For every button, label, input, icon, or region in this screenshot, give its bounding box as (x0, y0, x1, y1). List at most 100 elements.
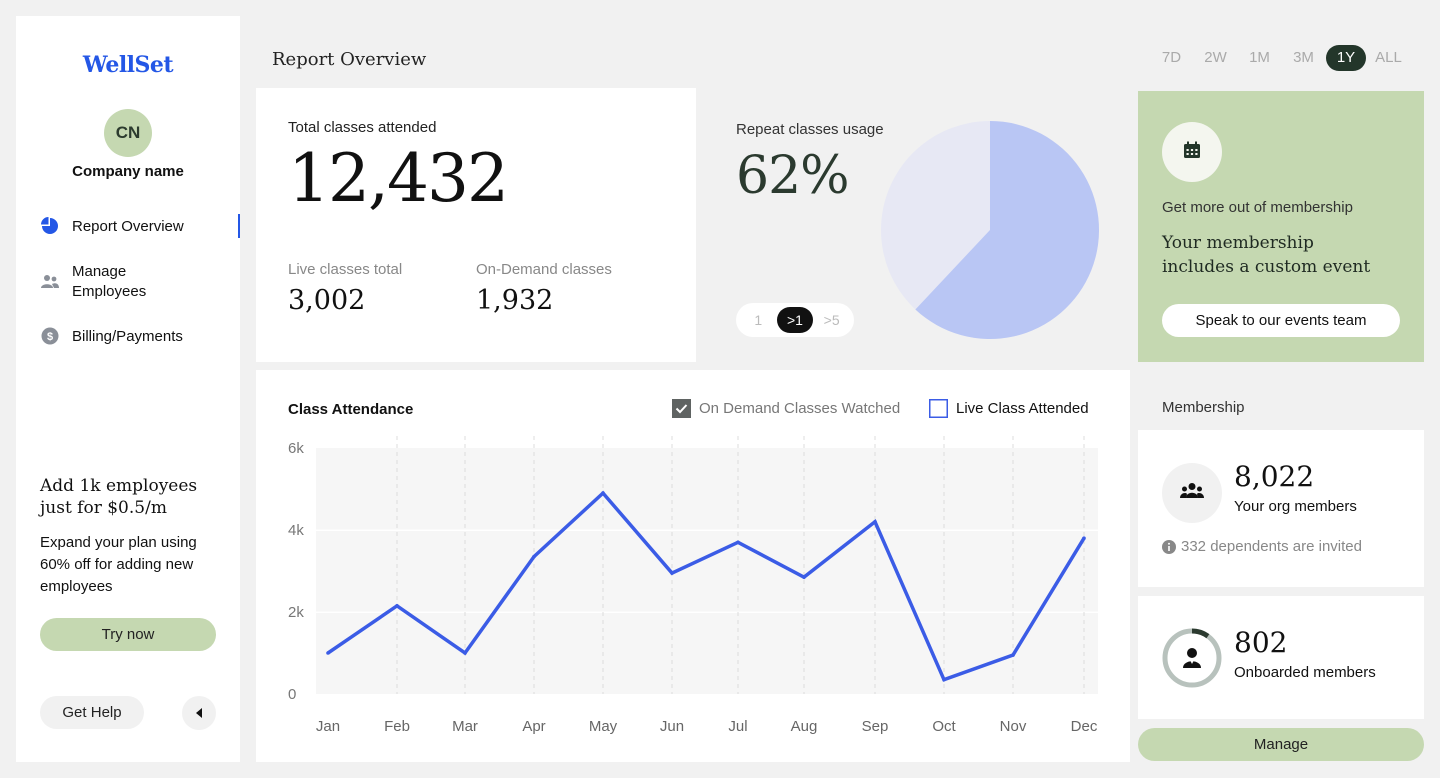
sidebar-item-label: Manage Employees (72, 262, 146, 302)
svg-text:$: $ (47, 331, 53, 343)
repeat-usage-label: Repeat classes usage (736, 121, 884, 138)
x-tick-label: Feb (384, 718, 410, 735)
range-all[interactable]: ALL (1367, 45, 1410, 71)
filter-1[interactable]: 1 (740, 307, 776, 333)
group-badge (1162, 463, 1222, 523)
get-help-button[interactable]: Get Help (40, 696, 144, 729)
data-point (601, 491, 605, 495)
grid-separator (316, 529, 1098, 531)
org-members-card: 8,022 Your org members 332 dependents ar… (1138, 430, 1424, 587)
promo-headline: Your membership includes a custom event (1162, 231, 1370, 279)
total-classes-card: Total classes attended 12,432 Live class… (256, 88, 696, 362)
data-point (942, 677, 946, 682)
range-1m[interactable]: 1M (1238, 45, 1281, 71)
range-3m[interactable]: 3M (1282, 45, 1325, 71)
data-point (326, 651, 330, 655)
live-classes-value: 3,002 (288, 285, 366, 316)
sidebar-item-billing[interactable]: $ Billing/Payments (40, 326, 183, 346)
y-tick-label: 0 (288, 686, 296, 703)
filter-gt5[interactable]: >5 (814, 307, 850, 333)
brand-logo[interactable]: WellSet (16, 52, 240, 78)
range-7d[interactable]: 7D (1150, 45, 1193, 71)
total-classes-value: 12,432 (288, 140, 509, 217)
dollar-coin-icon: $ (40, 326, 60, 346)
grid-band (316, 612, 1098, 694)
data-point (873, 520, 877, 524)
attendance-line-chart: 0 2k 4k 6k Jan Feb Mar Apr May Jun Jul Aug Sep Oct Nov… (288, 436, 1098, 735)
group-icon (1180, 482, 1204, 505)
sidebar-item-manage-employees[interactable]: Manage Employees (40, 262, 146, 302)
membership-label: Membership (1162, 399, 1245, 416)
onboarded-value: 802 (1234, 626, 1288, 659)
x-tick-label: May (589, 718, 618, 735)
y-tick-label: 6k (288, 440, 304, 457)
range-1y[interactable]: 1Y (1326, 45, 1366, 71)
active-indicator (238, 214, 240, 238)
sidebar: WellSet CN Company name Report Overview … (16, 16, 240, 762)
x-tick-label: Jun (660, 718, 684, 735)
sidebar-item-label: Billing/Payments (72, 327, 183, 345)
ondemand-classes-value: 1,932 (476, 285, 554, 316)
onboarded-label: Onboarded members (1234, 664, 1376, 681)
grid-separator (316, 611, 1098, 613)
y-tick-label: 2k (288, 604, 304, 621)
repeat-usage-pie (881, 121, 1099, 339)
calendar-badge (1162, 122, 1222, 182)
promo-headline-line1: Your membership (1162, 233, 1314, 253)
total-classes-label: Total classes attended (288, 119, 437, 136)
promo-headline-line2: includes a custom event (1162, 257, 1371, 277)
filter-gt1[interactable]: >1 (776, 307, 813, 333)
company-avatar: CN (104, 109, 152, 157)
membership-promo-card: Get more out of membership Your membersh… (1138, 91, 1424, 362)
data-point (395, 604, 399, 608)
manage-button[interactable]: Manage (1138, 728, 1424, 761)
calendar-icon (1182, 140, 1202, 165)
onboarded-members-card: 802 Onboarded members (1138, 596, 1424, 719)
grid-band (316, 448, 1098, 530)
info-icon (1162, 539, 1176, 554)
sidebar-item-label-line1: Manage (72, 263, 127, 280)
caret-left-icon (195, 706, 203, 721)
sidebar-item-label: Report Overview (72, 217, 184, 235)
x-tick-label: Aug (791, 718, 818, 735)
org-members-label: Your org members (1234, 498, 1357, 515)
checkbox-unchecked-icon[interactable] (929, 399, 948, 418)
legend-label: On Demand Classes Watched (699, 400, 901, 417)
data-point (463, 651, 467, 655)
data-point (736, 540, 740, 545)
person-icon (1182, 647, 1202, 674)
x-tick-label: Dec (1071, 718, 1098, 735)
data-point (670, 571, 674, 575)
try-now-button[interactable]: Try now (40, 618, 216, 651)
speak-to-events-button[interactable]: Speak to our events team (1162, 304, 1400, 337)
repeat-filter: 1 >1 >5 (736, 303, 854, 337)
pie-chart-icon (40, 216, 60, 236)
sidebar-item-report-overview[interactable]: Report Overview (40, 216, 184, 236)
legend-live[interactable]: Live Class Attended (929, 399, 1089, 418)
sidebar-item-label-line2: Employees (72, 283, 147, 300)
range-2w[interactable]: 2W (1194, 45, 1237, 71)
promo-title: Add 1k employees just for $0.5/m (40, 476, 198, 518)
collapse-sidebar-button[interactable] (182, 696, 216, 730)
repeat-usage-value: 62% (736, 146, 850, 206)
x-tick-label: Sep (862, 718, 889, 735)
data-point (1011, 653, 1015, 657)
grid-band (316, 530, 1098, 612)
y-tick-label: 4k (288, 522, 304, 539)
x-tick-label: Apr (522, 718, 545, 735)
time-range-selector: 7D 2W 1M 3M 1Y ALL (1150, 45, 1411, 71)
live-classes-label: Live classes total (288, 261, 403, 278)
people-icon (40, 272, 60, 292)
checkbox-checked-icon[interactable] (672, 399, 691, 418)
data-point (532, 554, 536, 559)
x-tick-label: Jul (728, 718, 747, 735)
data-point (1082, 536, 1086, 540)
legend-label: Live Class Attended (956, 400, 1089, 417)
company-name: Company name (72, 163, 184, 180)
legend-ondemand[interactable]: On Demand Classes Watched (672, 399, 900, 418)
org-members-value: 8,022 (1234, 460, 1315, 493)
promo-subtitle: Get more out of membership (1162, 199, 1353, 216)
x-tick-label: Oct (932, 718, 956, 735)
chart-title: Class Attendance (288, 401, 414, 418)
x-tick-label: Mar (452, 718, 478, 735)
